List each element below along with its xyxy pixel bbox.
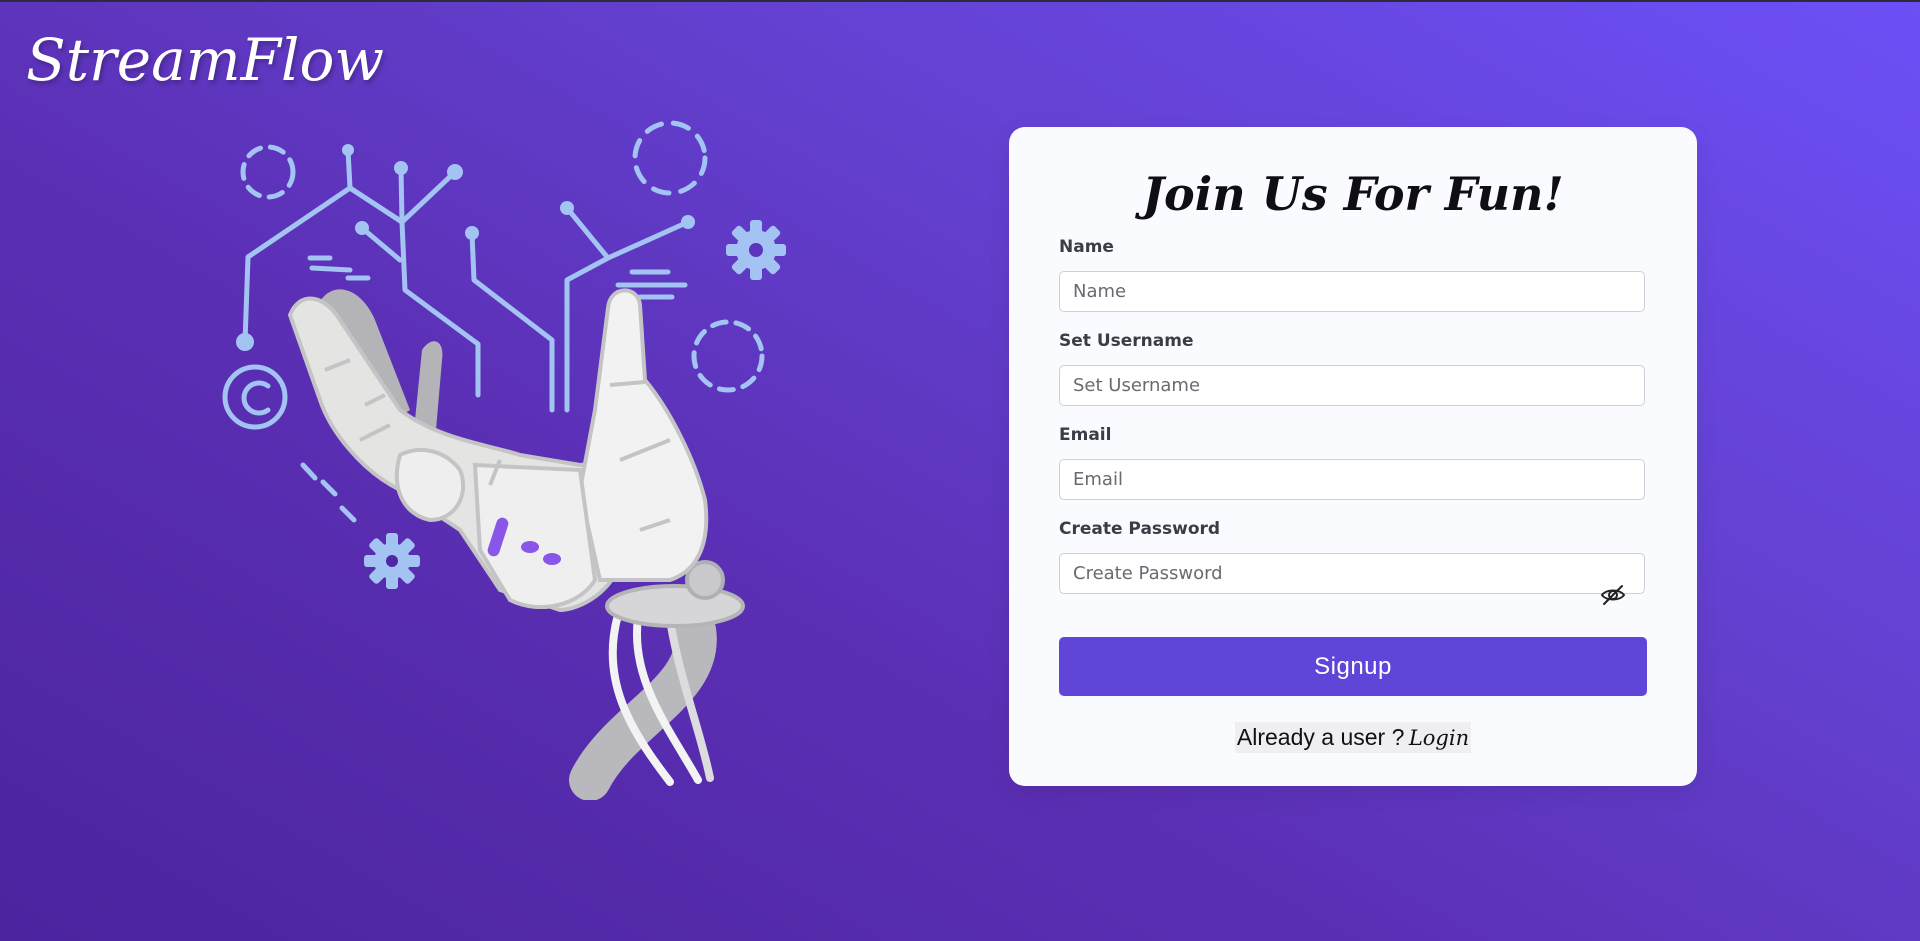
username-input[interactable] bbox=[1059, 365, 1645, 406]
brand-logo[interactable]: StreamFlow bbox=[26, 26, 384, 94]
form-title: Join Us For Fun! bbox=[1142, 167, 1564, 221]
email-label: Email bbox=[1059, 425, 1112, 445]
password-label: Create Password bbox=[1059, 519, 1221, 539]
window-top-border bbox=[0, 0, 1920, 2]
robot-arm-cables bbox=[569, 609, 717, 800]
login-prompt-text: Already a user ? bbox=[1236, 724, 1405, 750]
robot-hand-illustration bbox=[222, 120, 786, 800]
small-gear-icon bbox=[364, 533, 420, 589]
login-prompt-box: Already a user ? Login bbox=[1234, 722, 1472, 753]
login-link[interactable]: Login bbox=[1409, 726, 1469, 750]
password-input[interactable] bbox=[1059, 553, 1645, 594]
email-input[interactable] bbox=[1059, 459, 1645, 500]
signup-button[interactable]: Signup bbox=[1059, 637, 1647, 696]
signup-card: Join Us For Fun! Name Set Username Email… bbox=[1009, 127, 1697, 786]
name-label: Name bbox=[1059, 237, 1114, 257]
robot-hand bbox=[287, 288, 709, 613]
name-input[interactable] bbox=[1059, 271, 1645, 312]
username-label: Set Username bbox=[1059, 331, 1194, 351]
login-prompt: Already a user ? Login bbox=[1009, 722, 1697, 753]
eye-slash-icon[interactable] bbox=[1598, 580, 1628, 610]
gear-icon bbox=[726, 220, 786, 280]
